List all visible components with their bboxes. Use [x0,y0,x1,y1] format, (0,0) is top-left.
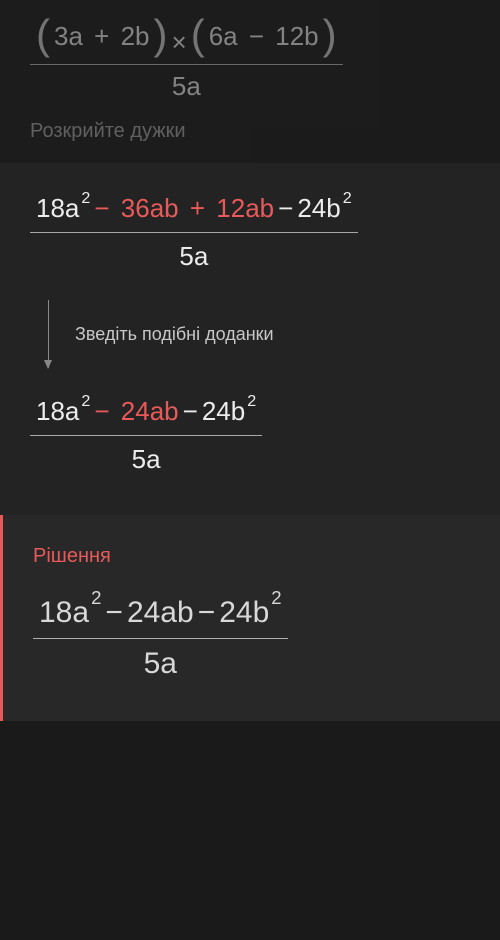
coef: 24b [202,396,245,427]
prev-numerator: ( 3a + 2b ) × ( 6a − 12b ) [30,20,343,65]
solution-numerator: 18a 2 − 24ab − 24b 2 [33,596,288,639]
term-1: 18a 2 [39,596,101,630]
term-1: 18a 2 [36,193,90,224]
highlighted-terms: − 24ab [90,396,178,427]
exponent: 2 [247,392,256,411]
op-minus: − [94,193,109,223]
term: 12b [275,21,318,51]
term-2: 24ab [127,596,194,630]
solution-denominator: 5a [144,639,177,681]
expanded-numerator: 18a 2 − 36ab + 12ab − 24b 2 [30,193,358,233]
exponent: 2 [91,587,101,609]
op-minus: − [198,596,216,630]
simplified-numerator: 18a 2 − 24ab − 24b 2 [30,396,262,436]
term-3: 24b 2 [202,396,256,427]
arrow-down-icon [48,300,49,368]
term-3: 12ab [216,193,274,223]
op-plus: + [94,21,109,51]
solution-expression: 18a 2 − 24ab − 24b 2 5a [33,596,288,681]
highlighted-terms: − 36ab + 12ab [90,193,274,224]
op-minus: − [183,396,198,427]
expanded-denominator: 5a [179,233,208,272]
op-minus: − [94,396,109,426]
expanded-expression: 18a 2 − 36ab + 12ab − 24b 2 5a [30,193,358,272]
simplified-denominator: 5a [132,436,161,475]
prev-denominator: 5a [172,65,201,102]
exponent: 2 [81,189,90,208]
term-1: 18a 2 [36,396,90,427]
coef: 18a [36,396,79,427]
solution-heading: Рішення [33,545,470,568]
prev-expression: ( 3a + 2b ) × ( 6a − 12b ) 5a [30,20,343,102]
transform-instruction: Зведіть подібні доданки [75,324,274,345]
paren-group-2: ( 6a − 12b ) [191,20,337,54]
simplified-expression: 18a 2 − 24ab − 24b 2 5a [30,396,262,475]
previous-step-section: ( 3a + 2b ) × ( 6a − 12b ) 5a Розкрийте [0,0,500,163]
term: 2b [121,21,150,51]
op-plus: + [190,193,205,223]
solution-section: Рішення 18a 2 − 24ab − 24b 2 5a [0,515,500,721]
term: 3a [54,21,83,51]
rparen-icon: ) [154,18,168,52]
paren-group-1: ( 3a + 2b ) [36,20,168,54]
op-minus: − [249,21,264,51]
exponent: 2 [343,189,352,208]
term-2: 24ab [121,396,179,426]
prev-instruction: Розкрийте дужки [30,120,470,143]
exponent: 2 [271,587,281,609]
coef: 24b [219,596,269,630]
op-minus: − [278,193,293,224]
term-2: 36ab [121,193,179,223]
term: 6a [209,21,238,51]
rparen-icon: ) [323,18,337,52]
coef: 18a [39,596,89,630]
coef: 24b [297,193,340,224]
exponent: 2 [81,392,90,411]
term-4: 24b 2 [297,193,351,224]
term-3: 24b 2 [219,596,281,630]
op-minus: − [105,596,123,630]
lparen-icon: ( [36,18,50,52]
current-step-section: 18a 2 − 36ab + 12ab − 24b 2 5a Зведіть п… [0,163,500,515]
transform-arrow-block: Зведіть подібні доданки [48,300,470,368]
coef: 18a [36,193,79,224]
op-mult: × [172,27,187,58]
lparen-icon: ( [191,18,205,52]
